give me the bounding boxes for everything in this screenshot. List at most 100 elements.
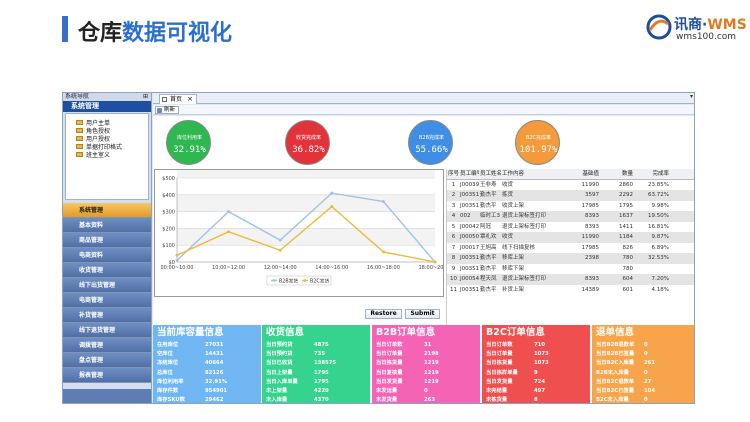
data-point: [227, 230, 231, 234]
logo-url: wms100.com: [676, 32, 737, 42]
tab-home[interactable]: 首页 ×: [159, 94, 197, 104]
sidebar-nav-item[interactable]: 商品管理: [63, 233, 151, 248]
column-header[interactable]: 基础值: [567, 169, 602, 179]
panel-title: 当前库容量信息: [157, 327, 224, 338]
table-cell: J00351: [460, 202, 479, 209]
panel-row-label: 当日发货量: [486, 378, 513, 385]
table-row[interactable]: 1 J00039 王非寿 收货 11990 2860 23.85%: [447, 180, 694, 191]
sidebar-nav-item[interactable]: 线下退货管理: [63, 323, 151, 338]
folder-icon: [76, 135, 83, 141]
panel-row-value: 40664: [205, 360, 224, 367]
kpi-label: B2C完成率: [525, 135, 552, 141]
table-cell: 14389: [581, 286, 600, 293]
panel-row-label: 当日B2B退款单: [596, 342, 635, 348]
sidebar-nav-item[interactable]: 盘点管理: [63, 353, 151, 368]
table-cell: J00050: [460, 234, 479, 240]
folder-icon: [76, 127, 83, 133]
table-row[interactable]: 2 J00351 勤杰平 拣货 3597 2292 63.72%: [447, 190, 694, 201]
table-cell: 1795: [619, 202, 633, 209]
table-row[interactable]: 4 002 临时工3 退货上架标签打印 8393 1637 19.50%: [447, 211, 694, 222]
x-tick-label: 14:00~16:00: [315, 265, 348, 271]
restore-button[interactable]: Restore: [365, 309, 402, 319]
table-cell: 临时工3: [480, 213, 500, 219]
refresh-button[interactable]: 刷新: [155, 106, 179, 114]
panel-row-value: 4875: [314, 342, 329, 348]
table-row[interactable]: 11 J00351 勤杰平 补货上架 14389 601 4.18%: [447, 285, 694, 296]
table-cell: 拣货: [502, 192, 514, 198]
panel-row-label: 当日订单数: [376, 342, 403, 348]
panel-row: 当日B2C退款单 27: [596, 378, 694, 387]
table-cell: 退货上架标签打印: [502, 213, 547, 219]
panel-row-label: 当日B2B已签量: [596, 351, 635, 358]
sidebar-nav-item[interactable]: 基本资料: [63, 218, 151, 233]
table-row[interactable]: 6 J00050 覃礼欢 收货 11990 1184 9.87%: [447, 232, 694, 243]
chevron-down-icon[interactable]: ▾: [690, 93, 693, 100]
x-tick-label: 18:00~20:00: [418, 265, 443, 271]
page-icon: [162, 97, 167, 102]
panel-row: 库存件数 954901: [157, 387, 257, 396]
sidebar-nav-item[interactable]: 线下出货管理: [63, 278, 151, 293]
tab-bar: 首页 × ▾: [153, 93, 694, 104]
folder-icon: [76, 143, 83, 149]
sidebar-nav-item[interactable]: 收货管理: [63, 263, 151, 278]
column-header[interactable]: 工作内容: [501, 169, 567, 179]
submit-button[interactable]: Submit: [405, 309, 440, 319]
grid-band: [177, 170, 435, 178]
table-row[interactable]: 10 J00054 程天凤 退货上架标签打印 8393 604 7.20%: [447, 274, 694, 285]
panel-row: 当日发货量 1219: [376, 378, 476, 387]
panel-row-value: 14431: [205, 351, 224, 358]
sidebar-bottom-bar: [63, 389, 151, 403]
table-cell: 63.72%: [648, 192, 669, 198]
column-header[interactable]: 员工编号: [459, 169, 479, 179]
panel-row-value: 724: [534, 378, 546, 385]
sidebar-nav-item[interactable]: 补货管理: [63, 308, 151, 323]
panel-row-value: 32.91%: [205, 378, 228, 385]
sidebar-nav-item[interactable]: 调拨管理: [63, 338, 151, 353]
table-cell: 3: [451, 202, 456, 209]
table-row[interactable]: 8 J00351 勤杰平 移库上架 2398 780 32.53%: [447, 253, 694, 264]
sidebar-nav-item[interactable]: 报表管理: [63, 368, 151, 383]
page-title: 仓库数据可视化: [78, 15, 232, 47]
table-cell: 移库下架: [502, 265, 525, 272]
sidebar-nav-item[interactable]: 电商管理: [63, 293, 151, 308]
column-header[interactable]: 序号: [447, 169, 459, 179]
panel-row-value: 29462: [205, 397, 224, 404]
menu-tree: 用户主单 角色授权 用户授权 单据打印格式 班主室义: [65, 113, 149, 200]
column-header[interactable]: 完成率: [636, 169, 672, 179]
panel-row-value: 138575: [314, 360, 337, 367]
kpi-label: B2B完成率: [418, 135, 445, 141]
panel-row-value: 9: [534, 369, 538, 376]
panel-row-label: 当日订单量: [376, 351, 403, 358]
table-cell: 2398: [585, 255, 599, 261]
table-cell: 勤杰平: [480, 192, 497, 198]
table-cell: 勤杰平: [480, 286, 497, 293]
table-row[interactable]: 7 J00017 王旭高 线下扫描复核 17985 826 6.89%: [447, 243, 694, 254]
table-row[interactable]: 3 J00351 勤杰平 收货上架 17985 1795 9.98%: [447, 201, 694, 212]
title-accent-bar: [62, 16, 68, 42]
panel-row: 当日上架量 1795: [266, 369, 366, 378]
table-cell: 2292: [619, 192, 633, 198]
table-cell: 收货: [502, 181, 514, 188]
tree-item[interactable]: 班主室义: [72, 150, 148, 159]
table-cell: 6: [451, 234, 456, 240]
close-icon[interactable]: ×: [187, 95, 193, 104]
panel-row: 当日预约货 4875: [266, 341, 366, 350]
table-cell: 线下扫描复核: [502, 244, 536, 251]
sidebar-nav-item[interactable]: 电商资料: [63, 248, 151, 263]
panel-row-label: 当日已收货: [266, 360, 293, 367]
panel-row-label: 当日订单量: [486, 351, 513, 358]
kpi-value: 36.82%: [292, 145, 325, 155]
sidebar-nav: 系统管理 基本资料 商品管理 电商资料 收货管理 线下出货管理 电商管理 补货管理 线下退货管理…: [63, 203, 151, 383]
panel-row: 当日订单数 31: [376, 341, 476, 350]
table-row[interactable]: 9 J00351 勤杰平 移库下架 780: [447, 264, 694, 275]
pin-icon[interactable]: ⊞: [143, 93, 148, 101]
panel-row-label: 当日B2C退款单: [596, 378, 635, 385]
panel-row-label: 当日订单数: [486, 342, 513, 348]
panel-row: 当日B2B已签量 0: [596, 350, 694, 359]
column-header[interactable]: 数量: [602, 169, 636, 179]
title-highlight: 数据可视化: [122, 21, 233, 46]
table-row[interactable]: 5 J00042 阿冠 退货上架标签打印 8393 1411 16.81%: [447, 222, 694, 233]
sidebar-nav-item[interactable]: 系统管理: [63, 203, 151, 218]
refresh-icon: [157, 108, 162, 113]
column-header[interactable]: 员工姓名: [479, 169, 501, 179]
